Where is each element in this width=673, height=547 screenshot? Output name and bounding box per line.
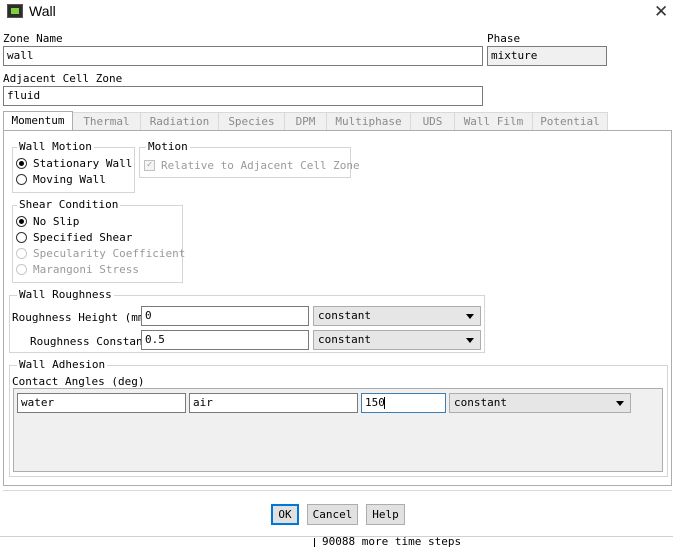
roughness-height-label: Roughness Height (mm): [12, 311, 152, 324]
tab-thermal[interactable]: Thermal: [73, 112, 141, 130]
motion-title: Motion: [146, 140, 190, 153]
contact-angles-label: Contact Angles (deg): [12, 375, 145, 388]
relative-to-adjacent-label: Relative to Adjacent Cell Zone: [161, 159, 360, 172]
chevron-down-icon: [466, 314, 474, 319]
text-caret: [383, 397, 385, 409]
background-console: 90088 more time steps: [0, 536, 673, 547]
roughness-height-input[interactable]: 0: [141, 306, 309, 326]
tab-radiation[interactable]: Radiation: [141, 112, 219, 130]
contact-angle-method-value: constant: [454, 396, 507, 409]
adjacent-cell-zone-label: Adjacent Cell Zone: [3, 72, 123, 85]
wall-motion-title: Wall Motion: [17, 140, 94, 153]
moving-wall-radio[interactable]: [16, 174, 27, 185]
tab-species[interactable]: Species: [219, 112, 285, 130]
help-button[interactable]: Help: [366, 504, 405, 525]
marangoni-stress-label: Marangoni Stress: [33, 263, 139, 276]
tab-multiphase[interactable]: Multiphase: [327, 112, 411, 130]
phase-label: Phase: [487, 32, 521, 45]
marangoni-stress-radio: [16, 264, 27, 275]
zone-name-label: Zone Name: [3, 32, 63, 45]
wall-motion-group: [12, 147, 135, 193]
specularity-coefficient-label: Specularity Coefficient: [33, 247, 186, 260]
close-icon[interactable]: ✕: [654, 2, 668, 22]
roughness-height-method-dropdown[interactable]: constant: [313, 306, 481, 326]
roughness-height-method-value: constant: [318, 309, 371, 322]
tab-uds[interactable]: UDS: [411, 112, 455, 130]
window-title: Wall: [29, 3, 56, 19]
specified-shear-radio[interactable]: [16, 232, 27, 243]
roughness-constant-method-dropdown[interactable]: constant: [313, 330, 481, 350]
specified-shear-label[interactable]: Specified Shear: [33, 231, 132, 244]
tab-potential[interactable]: Potential: [533, 112, 608, 130]
stationary-wall-label[interactable]: Stationary Wall: [33, 157, 132, 170]
phase-field: mixture: [487, 46, 607, 66]
zone-name-input[interactable]: wall: [3, 46, 483, 66]
wall-roughness-title: Wall Roughness: [17, 288, 114, 301]
chevron-down-icon: [466, 338, 474, 343]
fluent-app-icon: [7, 4, 23, 18]
title-bar: Wall ✕: [0, 0, 673, 24]
roughness-constant-input[interactable]: 0.5: [141, 330, 309, 350]
phase2-field: air: [189, 393, 358, 413]
phase1-field: water: [17, 393, 186, 413]
tab-momentum[interactable]: Momentum: [3, 111, 73, 130]
no-slip-label[interactable]: No Slip: [33, 215, 79, 228]
ok-button[interactable]: OK: [271, 504, 299, 525]
wall-adhesion-title: Wall Adhesion: [17, 358, 108, 371]
stationary-wall-radio[interactable]: [16, 158, 27, 169]
relative-to-adjacent-checkbox: ✓: [144, 160, 155, 171]
chevron-down-icon: [616, 401, 624, 406]
adjacent-cell-zone-field: fluid: [3, 86, 483, 106]
contact-angle-method-dropdown[interactable]: constant: [449, 393, 631, 413]
roughness-constant-method-value: constant: [318, 333, 371, 346]
button-separator: [3, 490, 672, 491]
moving-wall-label[interactable]: Moving Wall: [33, 173, 106, 186]
tab-dpm[interactable]: DPM: [285, 112, 327, 130]
tab-wall-film[interactable]: Wall Film: [455, 112, 533, 130]
console-text: 90088 more time steps: [322, 536, 462, 547]
cancel-button[interactable]: Cancel: [307, 504, 358, 525]
contact-angle-input[interactable]: 150: [361, 393, 446, 413]
contact-angle-value: 150: [365, 396, 385, 409]
shear-condition-title: Shear Condition: [17, 198, 121, 211]
specularity-coefficient-radio: [16, 248, 27, 259]
no-slip-radio[interactable]: [16, 216, 27, 227]
roughness-constant-label: Roughness Constant: [30, 335, 150, 348]
